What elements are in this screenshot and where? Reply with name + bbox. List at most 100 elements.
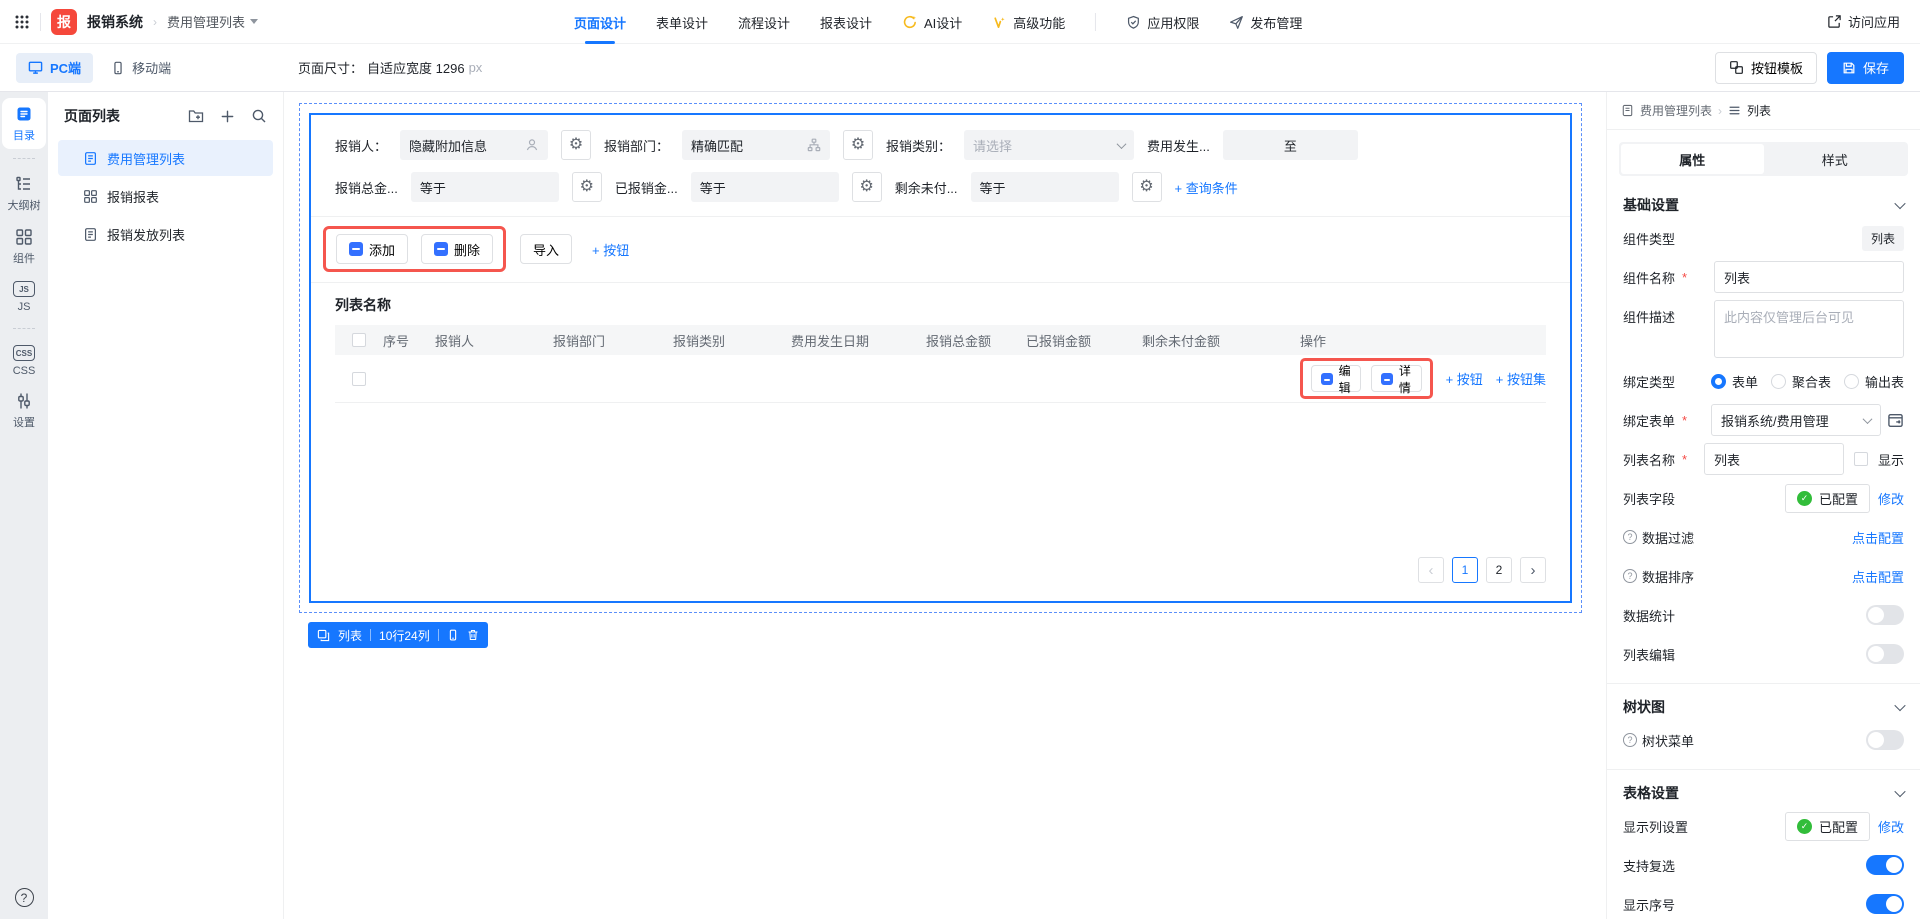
tab-page-design[interactable]: 页面设计 <box>574 0 626 44</box>
gear-icon[interactable] <box>852 172 882 202</box>
reimburser-filter-input[interactable]: 隐藏附加信息 <box>400 130 548 160</box>
tab-form-design[interactable]: 表单设计 <box>656 0 708 44</box>
total-amount-filter-input[interactable]: 等于 <box>411 172 559 202</box>
select-all-checkbox[interactable] <box>352 333 366 347</box>
rail-item-css[interactable]: CSS <box>2 338 46 383</box>
data-stats-toggle[interactable] <box>1866 605 1904 625</box>
breadcrumb-root[interactable]: 费用管理列表 <box>1640 102 1712 119</box>
component-type-badge: 列表 <box>1862 226 1904 251</box>
unpaid-amount-filter-input[interactable]: 等于 <box>971 172 1119 202</box>
mobile-mode-toggle[interactable]: 移动端 <box>111 58 171 77</box>
configured-chip[interactable]: 已配置 <box>1785 484 1870 513</box>
prop-show-index: 显示序号 <box>1623 888 1904 919</box>
inspector-tabs: 属性 样式 <box>1619 142 1908 176</box>
collapse-chevron-icon[interactable] <box>1894 786 1905 797</box>
bind-form-select[interactable]: 报销系统/费用管理 <box>1711 404 1881 436</box>
page-number-2[interactable]: 2 <box>1486 557 1512 583</box>
gear-icon[interactable] <box>1132 172 1162 202</box>
filter-label-unpaid-amount: 剩余未付... <box>895 178 958 197</box>
rail-item-js[interactable]: JS <box>2 274 46 319</box>
nav-divider <box>1095 13 1096 31</box>
configured-chip[interactable]: 已配置 <box>1785 812 1870 841</box>
reimbursed-amount-filter-input[interactable]: 等于 <box>691 172 839 202</box>
collapse-chevron-icon[interactable] <box>1894 700 1905 711</box>
row-checkbox[interactable] <box>352 372 366 386</box>
gear-icon[interactable] <box>843 130 873 160</box>
search-icon[interactable] <box>251 108 267 124</box>
pc-mode-toggle[interactable]: PC端 <box>16 53 93 83</box>
rail-item-catalog[interactable]: 目录 <box>2 98 46 149</box>
rail-item-outline-tree[interactable]: 大纲树 <box>2 168 46 219</box>
import-button[interactable]: 导入 <box>520 234 572 264</box>
current-page-switcher[interactable]: 费用管理列表 <box>167 12 258 31</box>
category-filter-select[interactable]: 请选择 <box>964 130 1134 160</box>
gear-icon[interactable] <box>561 130 591 160</box>
modify-display-columns-link[interactable]: 修改 <box>1878 817 1904 836</box>
add-folder-icon[interactable] <box>188 108 204 124</box>
component-icon <box>317 629 330 642</box>
button-template-button[interactable]: 按钮模板 <box>1715 52 1817 84</box>
button-widget-icon <box>1321 373 1333 385</box>
tab-advanced-features[interactable]: 高级功能 <box>992 0 1065 44</box>
row-add-button-link[interactable]: + 按钮 <box>1446 369 1483 388</box>
configure-data-sort-link[interactable]: 点击配置 <box>1852 567 1904 586</box>
component-name-input[interactable] <box>1714 261 1904 293</box>
add-query-condition-link[interactable]: + 查询条件 <box>1175 178 1238 197</box>
prev-page-button[interactable] <box>1418 557 1444 583</box>
question-icon <box>1623 530 1637 544</box>
prop-component-desc: 组件描述 <box>1623 300 1904 358</box>
component-tag[interactable]: 列表 10行24列 <box>308 622 488 648</box>
tab-ai-design[interactable]: AI设计 <box>902 0 962 44</box>
detail-button[interactable]: 详情 <box>1371 365 1421 392</box>
list-name-input[interactable] <box>1704 443 1844 475</box>
col-header-actions: 操作 <box>1300 331 1546 350</box>
add-button-link[interactable]: + 按钮 <box>592 240 629 259</box>
tab-publish-management[interactable]: 发布管理 <box>1229 0 1302 44</box>
edit-button[interactable]: 编辑 <box>1311 365 1361 392</box>
list-edit-toggle[interactable] <box>1866 644 1904 664</box>
page-size-setting[interactable]: 页面尺寸： 自适应宽度 1296 px <box>298 58 482 77</box>
page-item-grant-list[interactable]: 报销发放列表 <box>58 216 273 252</box>
modify-list-fields-link[interactable]: 修改 <box>1878 489 1904 508</box>
add-button[interactable]: 添加 <box>336 234 408 264</box>
list-component-selected[interactable]: 报销人： 隐藏附加信息 报销部门： 精确匹配 报销类别： 请选择 <box>309 113 1572 603</box>
rail-item-components[interactable]: 组件 <box>2 221 46 272</box>
radio-aggregate-table[interactable]: 聚合表 <box>1771 372 1831 391</box>
add-page-icon[interactable] <box>220 109 235 124</box>
visit-app-button[interactable]: 访问应用 <box>1827 0 1900 44</box>
show-index-toggle[interactable] <box>1866 894 1904 914</box>
design-canvas[interactable]: 报销人： 隐藏附加信息 报销部门： 精确匹配 报销类别： 请选择 <box>284 92 1606 919</box>
tree-menu-toggle[interactable] <box>1866 730 1904 750</box>
next-page-button[interactable] <box>1520 557 1546 583</box>
row-add-button-group-link[interactable]: + 按钮集 <box>1496 369 1546 388</box>
open-form-icon[interactable] <box>1887 412 1904 429</box>
radio-form[interactable]: 表单 <box>1711 372 1758 391</box>
row-actions-cell: 编辑 详情 + 按钮 + 按钮集 <box>1300 358 1546 399</box>
expense-date-range-input[interactable]: 至 <box>1223 130 1358 160</box>
help-button[interactable] <box>15 888 34 907</box>
show-list-name-checkbox[interactable] <box>1854 452 1868 466</box>
tab-flow-design[interactable]: 流程设计 <box>738 0 790 44</box>
tab-properties[interactable]: 属性 <box>1621 144 1764 174</box>
tab-style[interactable]: 样式 <box>1764 144 1907 174</box>
component-desc-textarea[interactable] <box>1714 300 1904 358</box>
list-name-title: 列表名称 <box>335 295 1546 315</box>
tab-report-design[interactable]: 报表设计 <box>820 0 872 44</box>
apps-grid-icon[interactable] <box>14 14 30 30</box>
tab-app-permissions[interactable]: 应用权限 <box>1126 0 1199 44</box>
mobile-icon[interactable] <box>447 629 459 641</box>
configure-data-filter-link[interactable]: 点击配置 <box>1852 528 1904 547</box>
collapse-chevron-icon[interactable] <box>1894 198 1905 209</box>
section-table-settings: 表格设置 <box>1623 783 1904 803</box>
gear-icon[interactable] <box>572 172 602 202</box>
page-number-1[interactable]: 1 <box>1452 557 1478 583</box>
page-item-report[interactable]: 报销报表 <box>58 178 273 214</box>
delete-button[interactable]: 删除 <box>421 234 493 264</box>
save-button[interactable]: 保存 <box>1827 52 1904 84</box>
rail-item-settings[interactable]: 设置 <box>2 385 46 436</box>
trash-icon[interactable] <box>467 629 479 641</box>
radio-output-table[interactable]: 输出表 <box>1844 372 1904 391</box>
page-item-expense-list[interactable]: 费用管理列表 <box>58 140 273 176</box>
multi-select-toggle[interactable] <box>1866 855 1904 875</box>
department-filter-input[interactable]: 精确匹配 <box>682 130 830 160</box>
